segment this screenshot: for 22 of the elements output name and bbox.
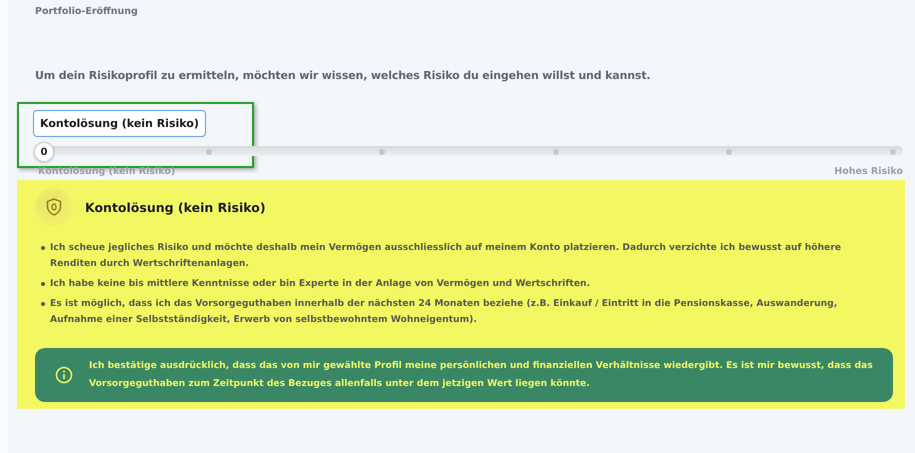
step-dot xyxy=(379,149,386,155)
step-dot xyxy=(206,149,212,155)
slider-thumb[interactable]: 0 xyxy=(34,142,54,162)
bullet-icon xyxy=(41,302,45,306)
bullet-icon xyxy=(41,246,45,250)
step-dot xyxy=(726,149,732,155)
info-icon xyxy=(55,366,73,384)
max-label: Hohes Risiko xyxy=(834,166,903,177)
bullet-icon xyxy=(41,282,45,286)
slider-track[interactable]: 0 xyxy=(35,142,903,162)
min-label: Kontolösung (kein Risiko) xyxy=(38,166,176,177)
confirmation-text: Ich bestätige ausdrücklich, dass das von mir gewählte Profil meine persönlichen und finanziellen Verhältnisse wiedergibt. Es ist mir bewusst, dass das Vorsorgeguthaben zum Zeitpunkt des Bezuges allenfalls unter dem jetzigen Wert liegen könnte. xyxy=(89,359,873,391)
slider-tooltip: Kontolösung (kein Risiko) xyxy=(33,110,206,137)
step-dot xyxy=(552,149,559,155)
profile-title: Kontolösung (kein Risiko) xyxy=(85,200,266,214)
profile-point: Es ist möglich, dass ich das Vorsorgeguthaben innerhalb der nächsten 24 Monaten beziehe (z.B. Einkauf / Eintritt in die Pensionskasse, Auswanderung, Aufnahme einer Selbstständigkeit, Erwerb von selbstbewohntem Wohneigentum). xyxy=(50,297,838,327)
profile-point: Ich habe keine bis mittlere Kenntnisse oder bin Experte in der Anlage von Vermögen und Wertschriften. xyxy=(50,277,590,291)
step-dot xyxy=(890,149,896,155)
profile-point: Ich scheue jegliches Risiko und möchte deshalb mein Vermögen ausschliesslich auf meinem Konto platzieren. Dadurch verzichte ich bewusst auf höhere Renditen durch Wertschriftenanlagen. xyxy=(50,241,842,271)
shield-icon xyxy=(35,188,73,226)
breadcrumb: Portfolio-Eröffnung xyxy=(35,6,139,17)
intro-text: Um dein Risikoprofil zu ermitteln, möchten wir wissen, welches Risiko du eingehen willst und kannst. xyxy=(35,69,652,82)
